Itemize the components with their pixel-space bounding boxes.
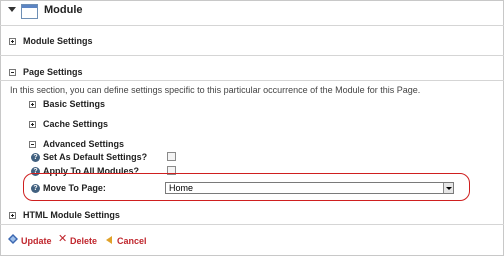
module-settings-header[interactable]: Module Settings (23, 36, 93, 46)
delete-link[interactable]: Delete (70, 236, 97, 246)
module-settings-divider (0, 55, 504, 56)
collapse-advanced-settings-icon[interactable] (29, 141, 36, 148)
expand-cache-settings-icon[interactable] (29, 121, 36, 128)
page-settings-description: In this section, you can define settings… (10, 85, 421, 95)
advanced-settings-header[interactable]: Advanced Settings (43, 139, 124, 149)
collapse-arrow-icon[interactable] (8, 7, 16, 12)
page-settings-header[interactable]: Page Settings (23, 67, 83, 77)
expand-module-settings-icon[interactable] (9, 38, 16, 45)
help-icon[interactable]: ? (31, 184, 40, 193)
move-to-page-value: Home (169, 183, 194, 193)
html-module-settings-header[interactable]: HTML Module Settings (23, 210, 120, 220)
page-settings-divider (0, 80, 504, 81)
basic-settings-header[interactable]: Basic Settings (43, 99, 105, 109)
cancel-link[interactable]: Cancel (117, 236, 147, 246)
update-link[interactable]: Update (21, 236, 52, 246)
chevron-down-icon[interactable] (443, 183, 453, 193)
expand-html-module-settings-icon[interactable] (9, 212, 16, 219)
expand-basic-settings-icon[interactable] (29, 101, 36, 108)
move-to-page-label: Move To Page: (43, 183, 106, 193)
set-as-default-label: Set As Default Settings? (43, 152, 148, 162)
x-icon[interactable]: ✕ (58, 234, 67, 245)
module-title: Module (44, 4, 83, 16)
cache-settings-header[interactable]: Cache Settings (43, 119, 108, 129)
help-icon[interactable]: ? (31, 153, 40, 162)
module-window-icon (21, 4, 38, 19)
set-as-default-checkbox[interactable] (167, 152, 176, 161)
html-module-settings-divider (0, 224, 504, 225)
move-to-page-select[interactable]: Home (165, 182, 454, 194)
cancel-arrow-icon[interactable] (106, 236, 112, 244)
update-icon[interactable] (8, 234, 18, 244)
header-divider (0, 25, 504, 26)
collapse-page-settings-icon[interactable] (9, 69, 16, 76)
